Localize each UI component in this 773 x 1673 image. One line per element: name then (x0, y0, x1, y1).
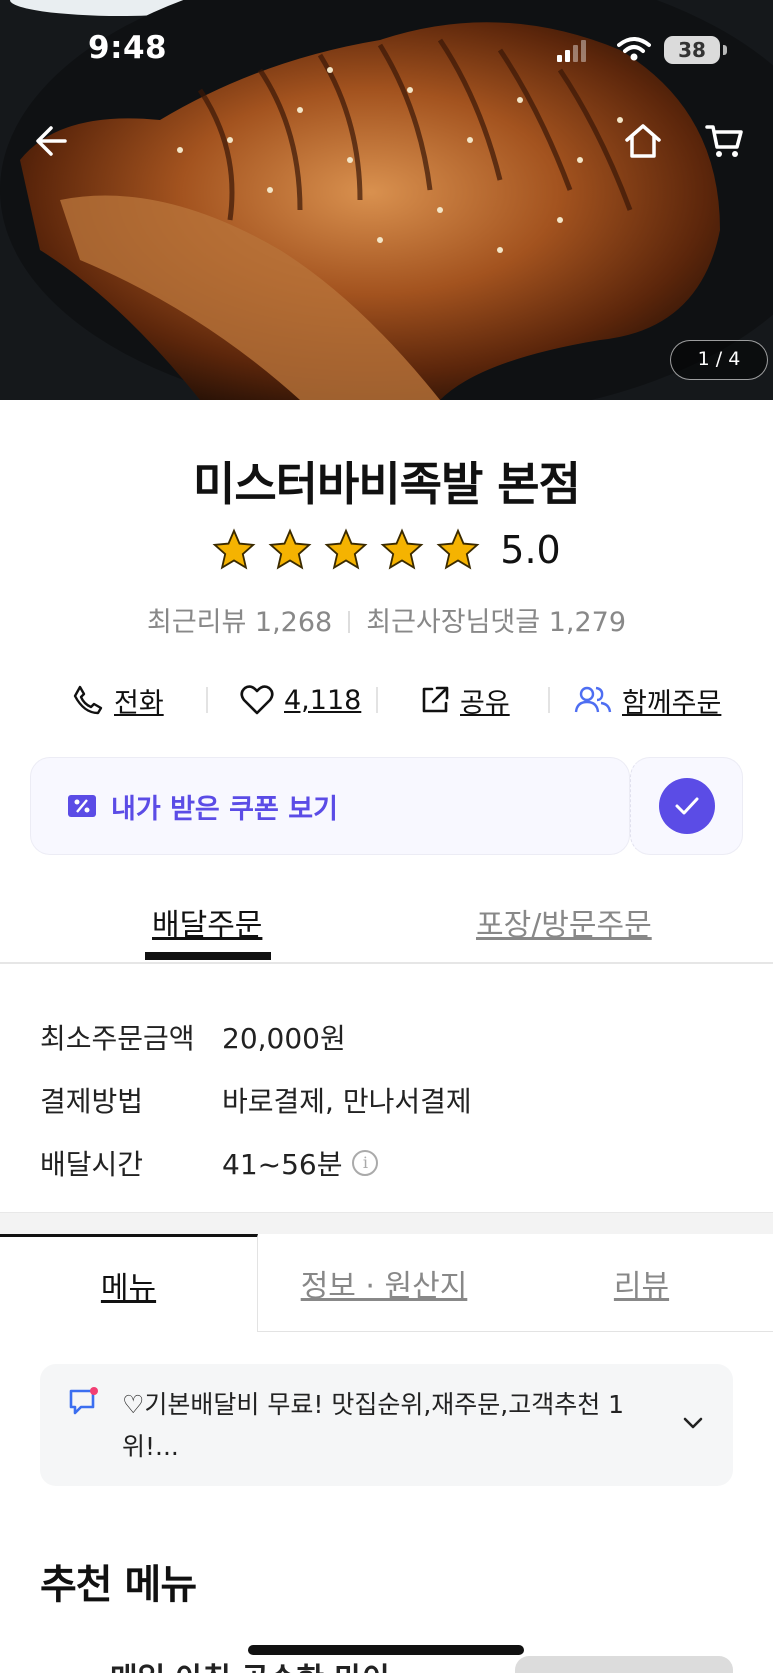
share-label: 공유 (460, 687, 510, 719)
info-key: 배달시간 (40, 1147, 144, 1181)
share-icon (422, 686, 449, 713)
check-circle (658, 778, 715, 834)
rating-value: 5.0 (500, 528, 561, 572)
home-button[interactable] (618, 116, 668, 166)
group-order-button[interactable]: 함께주문 (574, 681, 721, 720)
info-key: 최소주문금액 (40, 1021, 195, 1055)
store-actions: 전화 4,118 공유 함께주문 (48, 680, 748, 720)
info-value: 41~56분 i (222, 1143, 379, 1183)
payment-methods-value: 바로결제, 만나서결제 (222, 1084, 472, 1118)
info-key: 결제방법 (40, 1084, 144, 1118)
info-value: 바로결제, 만나서결제 (222, 1080, 472, 1120)
heart-icon (240, 685, 274, 715)
home-icon (625, 124, 661, 158)
section-divider (0, 1212, 773, 1234)
group-order-label: 함께주문 (622, 687, 722, 719)
divider (376, 687, 378, 713)
arrow-left-icon (36, 126, 67, 156)
star-icon (268, 528, 312, 570)
review-counts: 최근리뷰 1,268 최근사장님댓글 1,279 (0, 600, 773, 639)
notice-icon (69, 1387, 98, 1415)
share-button[interactable]: 공유 (420, 681, 510, 720)
info-row-payment: 결제방법 바로결제, 만나서결제 (40, 1068, 472, 1131)
cart-icon (705, 125, 743, 157)
cellular-signal-icon (557, 40, 586, 62)
rating-row: 5.0 (0, 528, 773, 572)
delivery-info: 최소주문금액 20,000원 결제방법 바로결제, 만나서결제 배달시간 41~… (40, 1005, 472, 1194)
divider (206, 687, 208, 713)
coupon-label: 내가 받은 쿠폰 보기 (111, 793, 338, 825)
min-order-value: 20,000원 (222, 1021, 346, 1055)
menu-item-image[interactable] (515, 1656, 733, 1673)
status-time: 9:48 (88, 30, 168, 66)
phone-icon (73, 685, 103, 715)
coupon-check-button[interactable] (630, 757, 743, 855)
store-notice[interactable]: ♡기본배달비 무료! 맛집순위,재주문,고객추천 1위!... (40, 1364, 733, 1486)
notice-text: ♡기본배달비 무료! 맛집순위,재주문,고객추천 1위!... (122, 1390, 625, 1461)
cart-button[interactable] (700, 116, 750, 166)
tab-menu[interactable]: 메뉴 (0, 1234, 258, 1332)
people-icon (574, 686, 612, 713)
star-icon (212, 528, 256, 570)
home-indicator (248, 1645, 524, 1655)
info-row-delivery-time: 배달시간 41~56분 i (40, 1131, 472, 1194)
info-value: 20,000원 (222, 1017, 346, 1057)
delivery-time-value: 41~56분 (222, 1147, 343, 1181)
check-icon (675, 797, 698, 815)
divider (548, 687, 550, 713)
call-label: 전화 (114, 687, 164, 719)
wifi-icon (617, 37, 651, 61)
tab-info-origin[interactable]: 정보 · 원산지 (258, 1234, 510, 1332)
battery-icon: 38 (664, 36, 720, 64)
star-icon (380, 528, 424, 570)
hero-food-image[interactable]: 9:48 38 1 / 4 (0, 0, 773, 400)
active-tab-indicator (145, 952, 271, 960)
divider (348, 611, 351, 633)
content-tabs: 메뉴 정보 · 원산지 리뷰 (0, 1234, 773, 1334)
tab-review[interactable]: 리뷰 (510, 1234, 773, 1332)
star-icon (324, 528, 368, 570)
recent-reviews-count[interactable]: 최근리뷰 1,268 (147, 607, 332, 638)
tab-delivery[interactable]: 배달주문 (152, 900, 262, 944)
like-count: 4,118 (284, 684, 362, 716)
order-type-tabs: 배달주문 포장/방문주문 (0, 890, 773, 964)
info-icon[interactable]: i (352, 1149, 379, 1176)
chevron-down-icon (683, 1417, 703, 1429)
coupon-view-button[interactable]: 내가 받은 쿠폰 보기 (30, 757, 630, 855)
menu-item-name[interactable]: 매일 아침 공수한 마이 ... (110, 1654, 434, 1673)
tab-pickup[interactable]: 포장/방문주문 (476, 900, 652, 944)
info-row-min-order: 최소주문금액 20,000원 (40, 1005, 472, 1068)
star-icon (436, 528, 480, 570)
back-button[interactable] (26, 116, 76, 166)
coupon-icon (68, 795, 96, 817)
status-bar: 9:48 38 (0, 0, 773, 100)
like-button[interactable]: 4,118 (240, 684, 361, 716)
store-name: 미스터바비족발 본점 (193, 457, 581, 511)
battery-tip (723, 45, 727, 55)
call-button[interactable]: 전화 (72, 681, 164, 720)
recommended-menu-title: 추천 메뉴 (40, 1562, 197, 1608)
owner-replies-count[interactable]: 최근사장님댓글 1,279 (366, 607, 626, 638)
image-page-indicator: 1 / 4 (670, 340, 768, 380)
